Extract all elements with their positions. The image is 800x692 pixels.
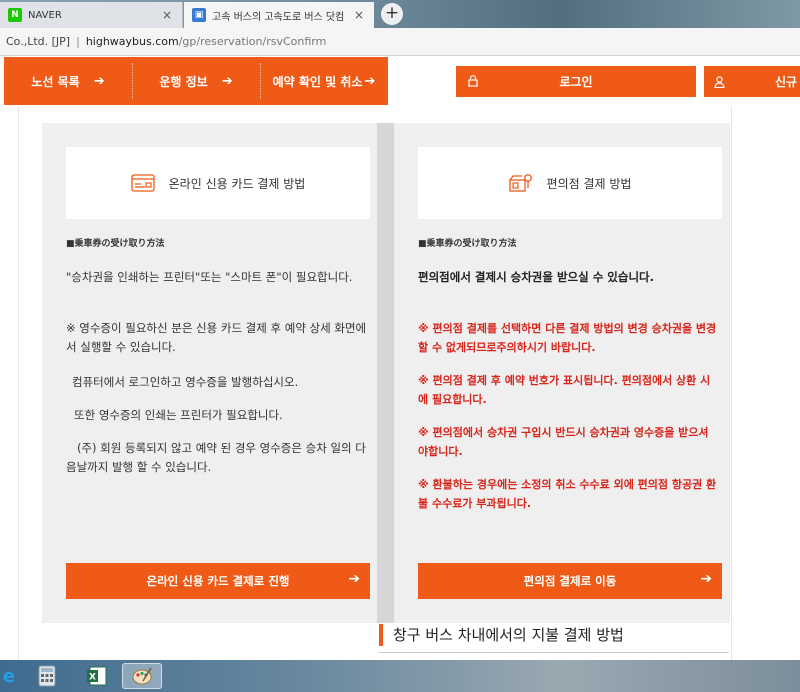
section-underline bbox=[379, 652, 729, 653]
excel-icon[interactable]: X bbox=[84, 663, 110, 689]
url-host: highwaybus.com bbox=[85, 35, 179, 48]
convenience-store-payment-button[interactable]: 편의점 결제로 이동 ➔ bbox=[418, 563, 722, 599]
main-menu: 노선 목록 ➔ 운행 정보 ➔ 예약 확인 및 취소 ➔ bbox=[4, 57, 388, 105]
url-path: /gp/reservation/rsvConfirm bbox=[178, 35, 327, 48]
receipt-note-text: ※ 영수증이 필요하신 분은 신용 카드 결제 후 예약 상세 화면에서 실행할… bbox=[66, 321, 367, 354]
ticket-receipt-subhead: ■乗車券の受け取り方法 bbox=[418, 239, 517, 249]
ie-icon[interactable]: e bbox=[0, 663, 22, 689]
svg-text:e: e bbox=[3, 666, 15, 687]
arrow-right-icon: ➔ bbox=[700, 571, 712, 587]
printer-needed-text: 또한 영수증의 인쇄는 프린터가 필요합니다. bbox=[74, 408, 283, 422]
internet-explorer-icon: e bbox=[3, 666, 15, 687]
convenience-store-icon bbox=[508, 174, 532, 192]
nav-route-list[interactable]: 노선 목록 ➔ bbox=[4, 57, 132, 105]
calculator-glyph-icon bbox=[38, 665, 56, 687]
new-tab-button[interactable]: + bbox=[381, 3, 403, 25]
site-nav: 노선 목록 ➔ 운행 정보 ➔ 예약 확인 및 취소 ➔ 로그인 신규 bbox=[0, 56, 800, 106]
warning-change-text: ※ 편의점 결제를 선택하면 다른 결제 방법의 변경 승차권을 변경할 수 없… bbox=[418, 322, 717, 354]
separator: | bbox=[76, 35, 80, 48]
button-label: 온라인 신용 카드 결제로 진행 bbox=[146, 574, 290, 588]
os-taskbar: e X bbox=[0, 660, 800, 692]
lock-icon bbox=[468, 75, 478, 87]
button-label: 편의점 결제로 이동 bbox=[523, 574, 617, 588]
online-card-header: 온라인 신용 카드 결제 방법 bbox=[66, 147, 370, 219]
svg-text:X: X bbox=[89, 673, 96, 683]
login-label: 로그인 bbox=[559, 75, 593, 89]
person-icon bbox=[714, 75, 725, 88]
online-card-panel: 온라인 신용 카드 결제 방법 ■乗車券の受け取り方法 "승차권을 인쇄하는 프… bbox=[42, 123, 377, 623]
paint-palette-icon bbox=[132, 667, 152, 685]
arrow-right-icon: ➔ bbox=[348, 571, 360, 587]
non-member-receipt-text: (주) 회원 등록되지 않고 예약 된 경우 영수증은 승차 일의 다음날까지 … bbox=[66, 441, 366, 474]
warning-receipt-text: ※ 편의점에서 승차권 구입시 반드시 승차권과 영수증을 받으셔야합니다. bbox=[418, 426, 709, 458]
address-bar[interactable]: Co.,Ltd. [JP] | highwaybus.com /gp/reser… bbox=[0, 28, 800, 56]
close-icon[interactable]: × bbox=[352, 8, 366, 22]
tab-title: NAVER bbox=[28, 9, 62, 21]
signup-label: 신규 bbox=[775, 75, 798, 89]
login-receipt-text: 컴퓨터에서 로그인하고 영수증을 발행하십시오. bbox=[72, 375, 299, 389]
ticket-receipt-subhead: ■乗車券の受け取り方法 bbox=[66, 239, 165, 249]
site-security-label: Co.,Ltd. [JP] bbox=[6, 35, 71, 48]
excel-glyph-icon: X bbox=[87, 666, 107, 686]
panel-divider bbox=[377, 123, 394, 623]
nav-label: 노선 목록 bbox=[31, 74, 80, 89]
card-title: 편의점 결제 방법 bbox=[546, 176, 632, 191]
card-title: 온라인 신용 카드 결제 방법 bbox=[168, 176, 306, 191]
arrow-right-icon: ➔ bbox=[93, 73, 105, 89]
credit-card-icon bbox=[130, 174, 155, 192]
warning-refund-fee-text: ※ 환불하는 경우에는 소정의 취소 수수료 외에 편의점 항공권 환불 수수료… bbox=[418, 478, 717, 510]
close-icon[interactable]: × bbox=[160, 8, 174, 22]
arrow-right-icon: ➔ bbox=[221, 73, 233, 89]
login-button[interactable]: 로그인 bbox=[456, 66, 696, 97]
calculator-icon[interactable] bbox=[34, 663, 60, 689]
browser-tab-strip: N NAVER × ▣ 고속 버스의 고속도로 버스 닷컴 × + bbox=[0, 0, 800, 28]
signup-button[interactable]: 신규 bbox=[704, 66, 800, 97]
naver-favicon-icon: N bbox=[8, 8, 22, 22]
nav-operation-info[interactable]: 운행 정보 ➔ bbox=[132, 57, 260, 105]
warning-reservation-number-text: ※ 편의점 결제 후 예약 번호가 표시됩니다. 편의점에서 상환 시에 필요합… bbox=[418, 374, 711, 406]
online-card-payment-button[interactable]: 온라인 신용 카드 결제로 진행 ➔ bbox=[66, 563, 370, 599]
payment-method-page: 온라인 신용 카드 결제 방법 ■乗車券の受け取り方法 "승차권을 인쇄하는 프… bbox=[18, 106, 732, 660]
convenience-store-panel: 편의점 결제 방법 ■乗車券の受け取り方法 편의점에서 결제시 승차권을 받으실… bbox=[394, 123, 730, 623]
tab-title: 고속 버스의 고속도로 버스 닷컴 bbox=[212, 11, 345, 23]
paint-icon[interactable] bbox=[122, 663, 162, 689]
nav-label: 운행 정보 bbox=[159, 74, 208, 89]
nav-reservation-check[interactable]: 예약 확인 및 취소 ➔ bbox=[260, 57, 388, 105]
tab-highwaybus[interactable]: ▣ 고속 버스의 고속도로 버스 닷컴 × bbox=[184, 2, 374, 28]
printer-requirement-text: "승차권을 인쇄하는 프린터"또는 "스마트 폰"이 필요합니다. bbox=[66, 270, 353, 284]
convenience-store-header: 편의점 결제 방법 bbox=[418, 147, 722, 219]
nav-label: 예약 확인 및 취소 bbox=[272, 74, 363, 89]
counter-payment-section-title: 창구 버스 차내에서의 지불 결제 방법 bbox=[379, 624, 624, 646]
arrow-right-icon: ➔ bbox=[364, 73, 376, 89]
tab-naver[interactable]: N NAVER × bbox=[0, 2, 183, 28]
highwaybus-favicon-icon: ▣ bbox=[192, 8, 206, 22]
convenience-lead-text: 편의점에서 결제시 승차권을 받으실 수 있습니다. bbox=[418, 270, 654, 284]
